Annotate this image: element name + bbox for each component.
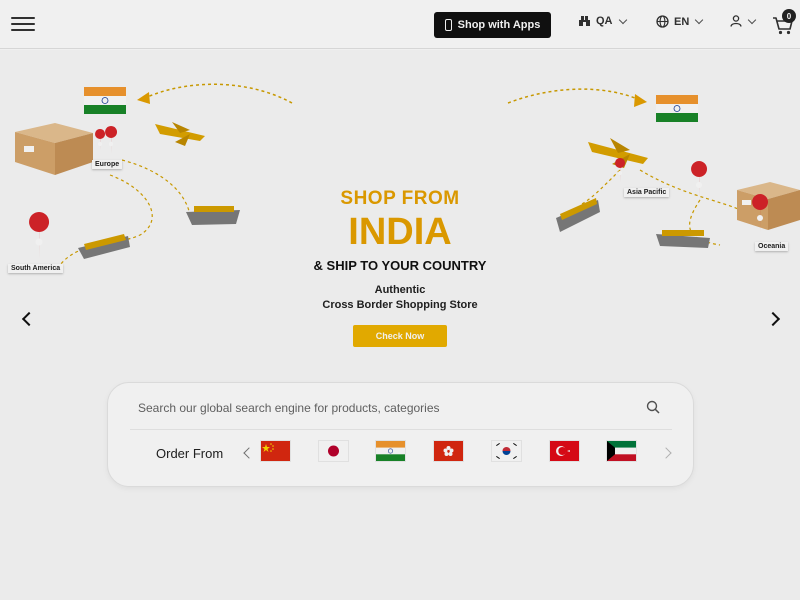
package-box-right	[737, 182, 800, 230]
carousel-prev-arrow-icon[interactable]	[19, 312, 33, 326]
search-card: Order From	[107, 382, 694, 487]
site-header: Shop with Apps QA EN 0	[0, 0, 800, 49]
map-pin-icon	[95, 129, 106, 150]
carousel-next-arrow-icon[interactable]	[767, 312, 781, 326]
mobile-phone-icon	[444, 19, 452, 31]
divider	[130, 429, 672, 430]
map-pin-icon	[29, 212, 50, 260]
hero-tagline: Authentic Cross Border Shopping Store	[250, 283, 550, 313]
shop-with-apps-label: Shop with Apps	[457, 19, 541, 31]
order-from-label: Order From	[156, 446, 224, 461]
kuwait-flag-icon[interactable]	[607, 441, 636, 461]
india-flag-icon[interactable]	[376, 441, 405, 461]
menu-icon[interactable]	[11, 17, 35, 31]
account-menu[interactable]	[730, 15, 757, 27]
language-code: EN	[674, 15, 690, 28]
map-label-europe: Europe	[92, 160, 123, 169]
map-label-oceania: Oceania	[755, 242, 789, 251]
india-flag-right	[656, 95, 698, 122]
cargo-ship-3	[556, 198, 600, 232]
turkey-flag-icon[interactable]	[550, 441, 579, 461]
check-now-button[interactable]: Check Now	[353, 325, 447, 347]
country-selector[interactable]: QA	[578, 15, 627, 27]
store-icon	[579, 16, 590, 26]
map-label-asia-pacific: Asia Pacific	[624, 188, 670, 197]
airplane-left	[155, 122, 205, 146]
hong-kong-flag-icon[interactable]	[434, 441, 463, 461]
package-box-left	[15, 123, 93, 175]
flags-next-chevron-icon[interactable]	[662, 446, 674, 460]
china-flag-icon[interactable]	[261, 441, 290, 461]
hero-banner: Europe South America Asia Pacific Oceani…	[0, 50, 800, 600]
hero-text-block: SHOP FROM INDIA & SHIP TO YOUR COUNTRY A…	[250, 188, 550, 347]
map-pin-icon	[615, 158, 626, 183]
globe-icon	[656, 15, 669, 28]
india-flag-left	[84, 87, 126, 114]
cargo-ship-4	[656, 230, 710, 248]
shop-with-apps-button[interactable]: Shop with Apps	[434, 12, 551, 38]
hero-subheading: & SHIP TO YOUR COUNTRY	[313, 258, 487, 273]
chevron-down-icon	[695, 15, 704, 25]
country-code: QA	[596, 15, 613, 27]
hero-country: INDIA	[348, 211, 452, 253]
map-label-south-america: South America	[8, 264, 64, 273]
cargo-ship-2	[78, 234, 130, 259]
hero-heading: SHOP FROM	[340, 188, 460, 209]
cart-count-badge: 0	[782, 9, 796, 23]
south-korea-flag-icon[interactable]	[492, 441, 521, 461]
hero-tagline-line1: Authentic	[374, 284, 426, 296]
japan-flag-icon[interactable]	[319, 441, 348, 461]
language-selector[interactable]: EN	[656, 15, 704, 28]
search-icon[interactable]	[646, 400, 660, 414]
map-pin-icon	[105, 126, 118, 154]
map-pin-icon	[691, 161, 708, 200]
cargo-ship-1	[186, 206, 240, 225]
flags-prev-chevron-icon[interactable]	[241, 446, 253, 460]
user-icon	[730, 15, 742, 27]
hero-tagline-line2: Cross Border Shopping Store	[322, 299, 478, 311]
chevron-down-icon	[618, 15, 627, 24]
search-input[interactable]	[138, 397, 638, 419]
chevron-down-icon	[747, 15, 757, 24]
